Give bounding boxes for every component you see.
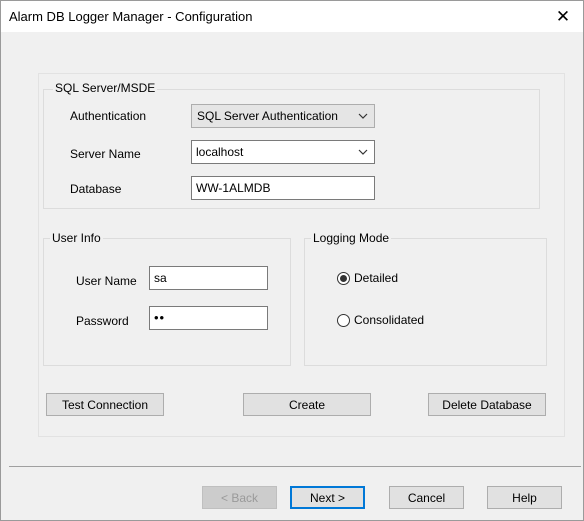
database-input[interactable]: WW-1ALMDB	[191, 176, 375, 200]
window-title: Alarm DB Logger Manager - Configuration	[9, 9, 253, 24]
chevron-down-icon	[358, 113, 368, 119]
title-bar: Alarm DB Logger Manager - Configuration …	[1, 1, 583, 32]
radio-detailed[interactable]: Detailed	[337, 271, 398, 285]
password-value: ••	[154, 310, 166, 325]
user-name-input[interactable]: sa	[149, 266, 268, 290]
password-label: Password	[76, 314, 129, 328]
server-name-value: localhost	[196, 145, 244, 159]
create-button[interactable]: Create	[243, 393, 371, 416]
database-label: Database	[70, 182, 122, 196]
authentication-value: SQL Server Authentication	[197, 109, 338, 123]
chevron-down-icon	[358, 149, 368, 155]
dialog-window: Alarm DB Logger Manager - Configuration …	[0, 0, 584, 521]
separator	[9, 466, 581, 467]
logging-mode-group-label: Logging Mode	[311, 231, 392, 245]
sql-server-group-label: SQL Server/MSDE	[53, 81, 158, 95]
delete-database-button[interactable]: Delete Database	[428, 393, 546, 416]
cancel-button[interactable]: Cancel	[389, 486, 464, 509]
user-info-group-label: User Info	[50, 231, 103, 245]
help-button[interactable]: Help	[487, 486, 562, 509]
back-button[interactable]: < Back	[202, 486, 277, 509]
next-button[interactable]: Next >	[290, 486, 365, 509]
radio-icon	[337, 271, 350, 285]
logging-mode-group	[304, 238, 547, 366]
radio-consolidated[interactable]: Consolidated	[337, 313, 424, 327]
server-name-label: Server Name	[70, 147, 141, 161]
user-name-label: User Name	[76, 274, 137, 288]
radio-detailed-label: Detailed	[354, 271, 399, 285]
test-connection-button[interactable]: Test Connection	[46, 393, 164, 416]
radio-consolidated-label: Consolidated	[354, 313, 425, 327]
user-name-value: sa	[154, 271, 167, 285]
radio-icon	[337, 313, 350, 327]
password-input[interactable]: ••	[149, 306, 268, 330]
authentication-label: Authentication	[70, 109, 147, 123]
close-icon: ✕	[555, 6, 571, 26]
database-value: WW-1ALMDB	[196, 181, 271, 195]
close-button[interactable]: ✕	[543, 1, 583, 32]
user-info-group	[43, 238, 291, 366]
server-name-combobox[interactable]: localhost	[191, 140, 375, 164]
authentication-dropdown[interactable]: SQL Server Authentication	[191, 104, 375, 128]
